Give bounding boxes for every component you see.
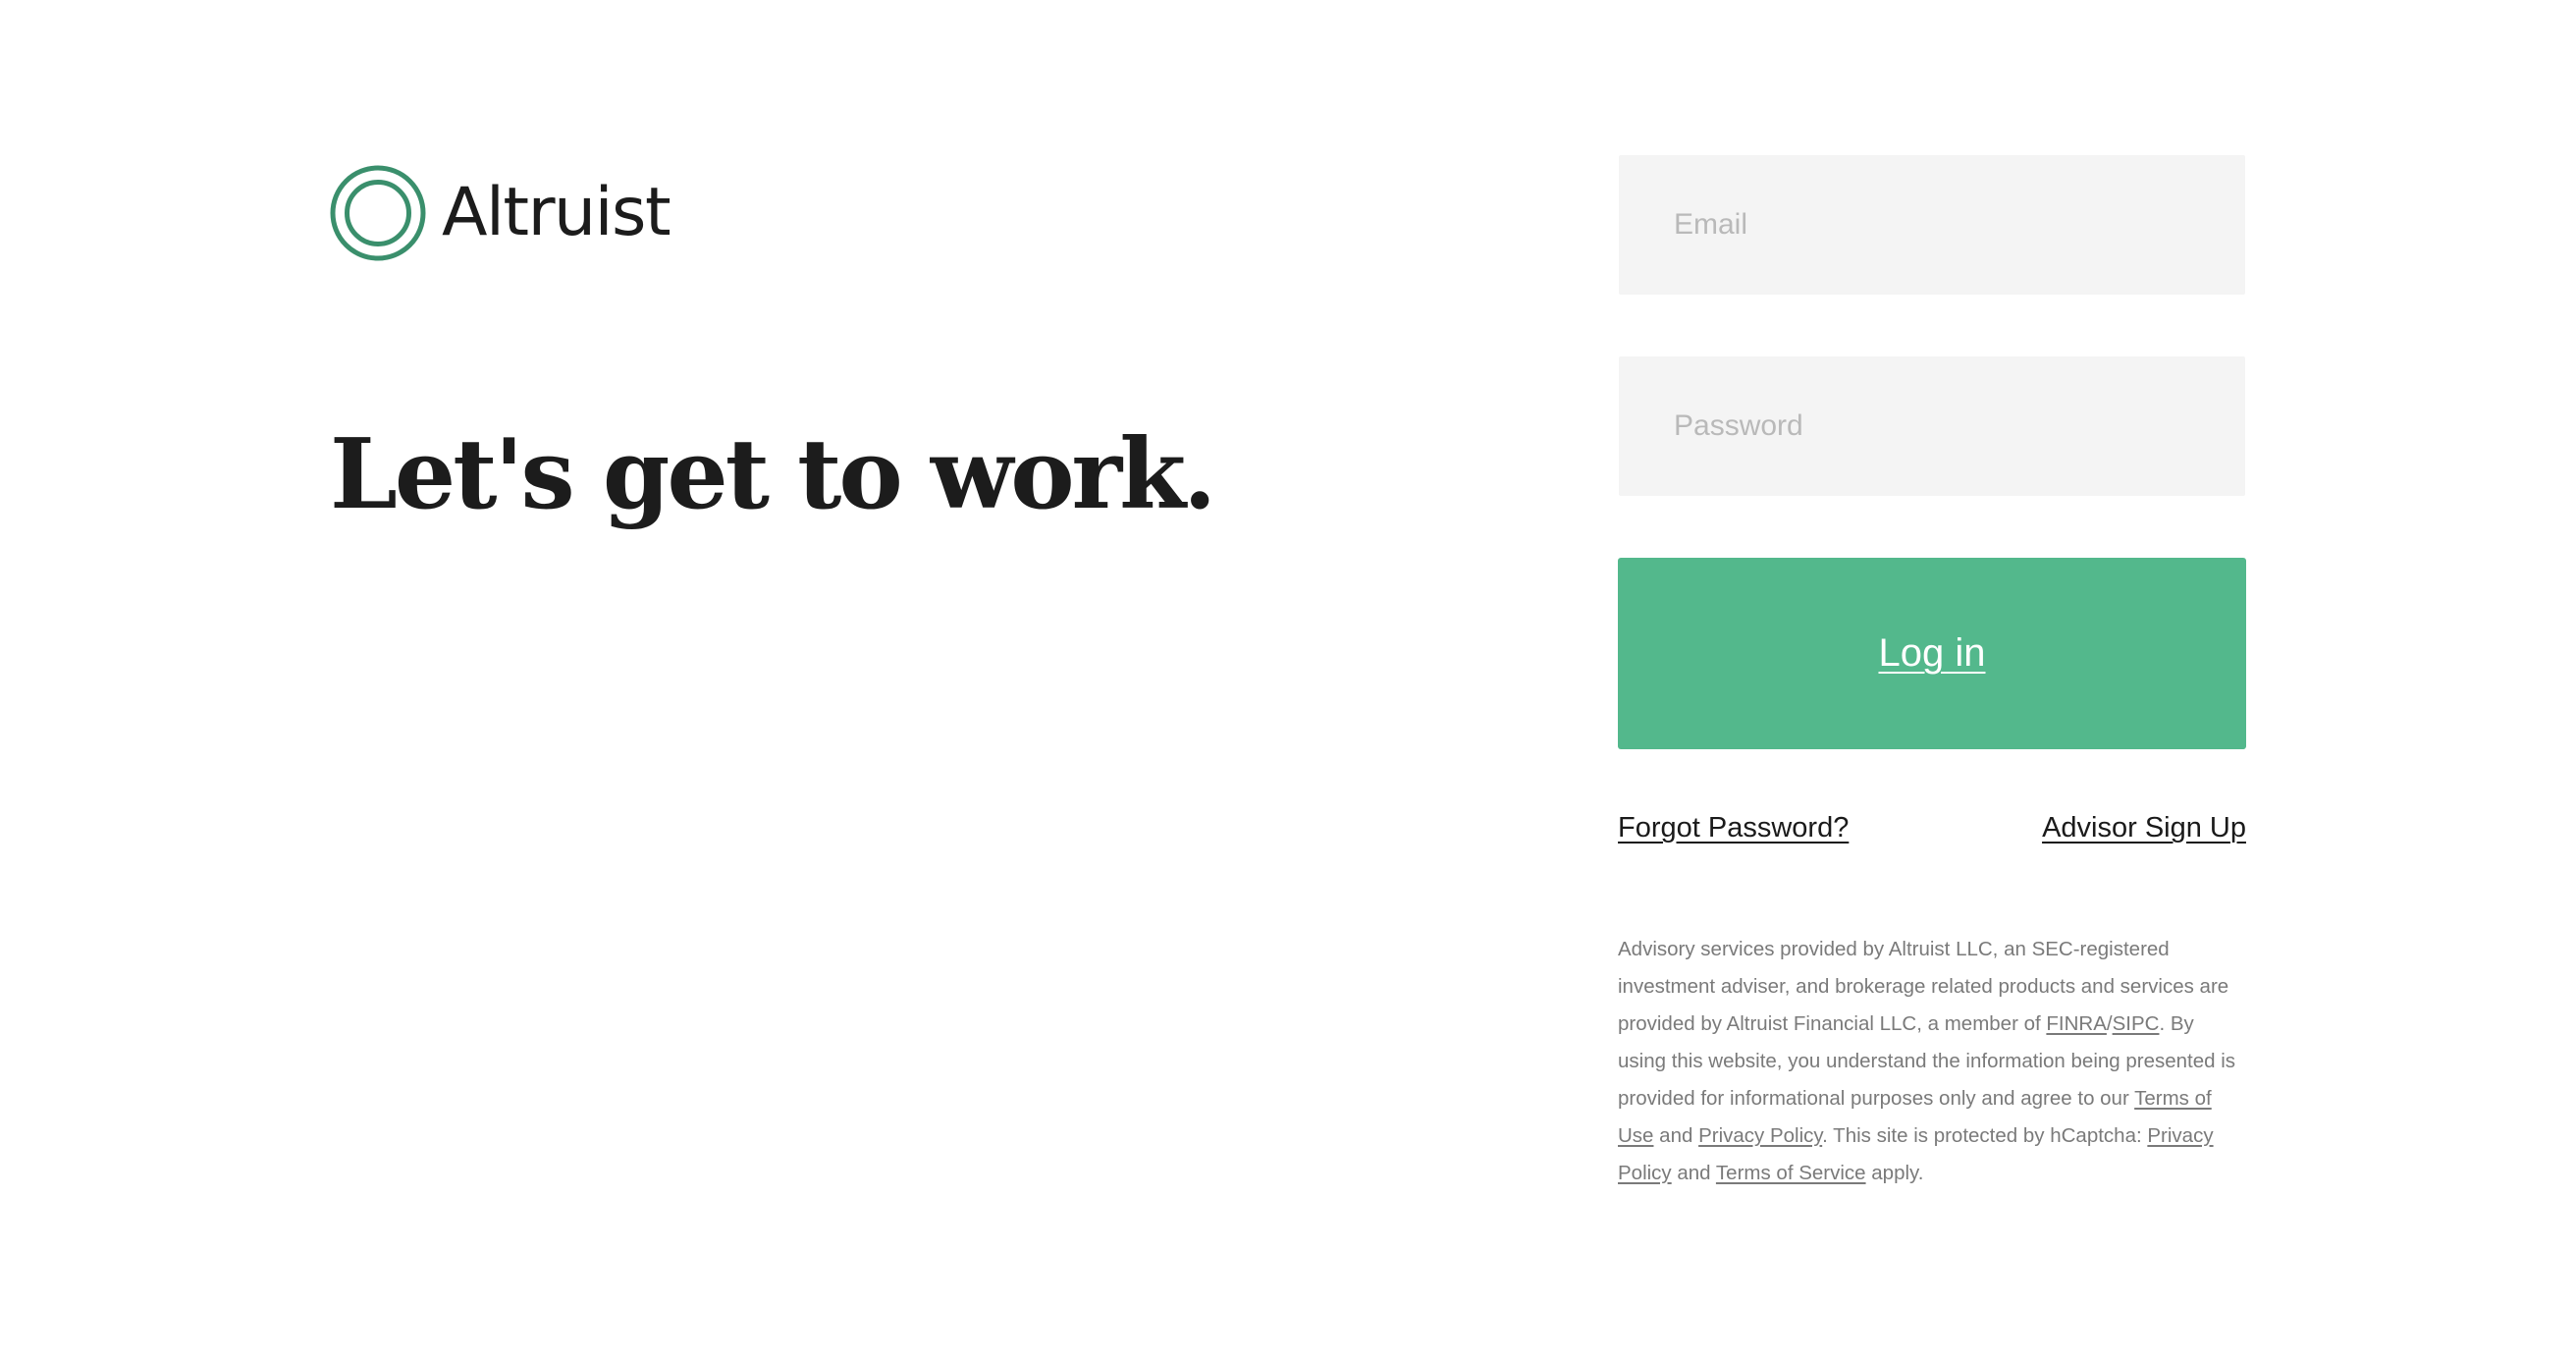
email-input[interactable]: [1619, 155, 2245, 295]
sipc-link[interactable]: SIPC: [2113, 1012, 2160, 1035]
login-form: Log in Forgot Password? Advisor Sign Up …: [1618, 155, 2246, 1192]
page: Altruist Let's get to work. Log in Forgo…: [0, 0, 2576, 1361]
disclaimer-text: and: [1653, 1124, 1699, 1147]
legal-disclaimer: Advisory services provided by Altruist L…: [1618, 931, 2246, 1192]
disclaimer-text: apply.: [1865, 1162, 1924, 1184]
password-input[interactable]: [1619, 356, 2245, 496]
finra-link[interactable]: FINRA: [2046, 1012, 2107, 1035]
login-button-label: Log in: [1878, 631, 1986, 675]
login-button[interactable]: Log in: [1618, 558, 2246, 749]
page-headline: Let's get to work.: [330, 418, 1216, 531]
disclaimer-text: . This site is protected by hCaptcha:: [1822, 1124, 2148, 1147]
hcaptcha-terms-of-service-link[interactable]: Terms of Service: [1716, 1162, 1866, 1184]
altruist-ring-icon: [330, 165, 426, 261]
brand-name: Altruist: [442, 174, 671, 251]
disclaimer-text: and: [1671, 1162, 1716, 1184]
advisor-sign-up-link[interactable]: Advisor Sign Up: [2042, 812, 2246, 844]
auth-links: Forgot Password? Advisor Sign Up: [1618, 812, 2246, 844]
forgot-password-link[interactable]: Forgot Password?: [1618, 812, 1849, 844]
privacy-policy-link[interactable]: Privacy Policy: [1698, 1124, 1822, 1147]
brand-logo[interactable]: Altruist: [330, 165, 671, 261]
